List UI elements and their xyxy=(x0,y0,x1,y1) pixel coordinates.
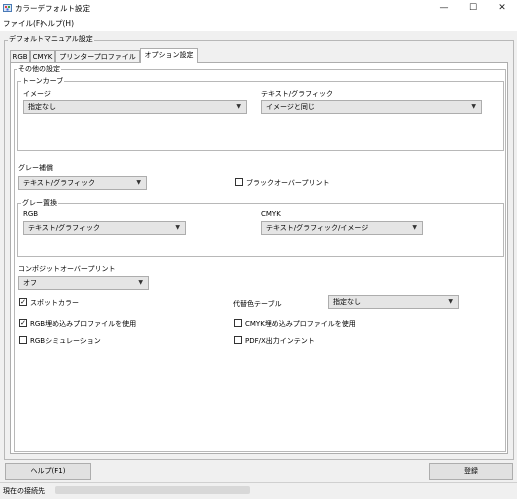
spot-color-checkbox[interactable]: ✓ xyxy=(19,298,27,306)
gray-correction-select[interactable]: テキスト/グラフィック ▼ xyxy=(18,176,147,190)
status-connection-label: 現在の接続先 xyxy=(3,487,45,495)
cmyk-embedded-label: CMYK埋め込みプロファイルを使用 xyxy=(245,320,356,328)
tab-rgb[interactable]: RGB xyxy=(10,50,30,62)
gray-correction-label: グレー補償 xyxy=(18,164,53,172)
register-button[interactable]: 登録 xyxy=(429,463,513,480)
gray-replace-cmyk-value: テキスト/グラフィック/イメージ xyxy=(266,224,369,232)
chevron-down-icon: ▼ xyxy=(471,103,476,110)
default-manual-settings-label: デフォルトマニュアル設定 xyxy=(8,34,94,44)
chevron-down-icon: ▼ xyxy=(412,224,417,231)
checkmark-icon: ✓ xyxy=(20,319,26,327)
tab-cmyk[interactable]: CMYK xyxy=(30,50,55,62)
gray-correction-value: テキスト/グラフィック xyxy=(23,179,96,187)
menu-help[interactable]: ヘルプ(H) xyxy=(40,18,74,29)
menu-bar xyxy=(0,16,517,30)
gray-replace-rgb-label: RGB xyxy=(23,210,39,218)
composite-overprint-label: コンポジットオーバープリント xyxy=(18,265,116,273)
window-title: カラーデフォルト設定 xyxy=(15,4,90,13)
rgb-embedded-label: RGB埋め込みプロファイルを使用 xyxy=(30,320,137,328)
tone-curve-image-value: 指定なし xyxy=(28,103,56,111)
tone-curve-text-select[interactable]: イメージと同じ ▼ xyxy=(261,100,482,114)
other-settings-label: その他の設定 xyxy=(17,64,61,74)
maximize-button[interactable]: ☐ xyxy=(459,0,487,16)
checkmark-icon: ✓ xyxy=(20,298,26,306)
color-settings-icon xyxy=(3,3,13,13)
pdfx-intent-checkbox[interactable] xyxy=(234,336,242,344)
gray-replace-label: グレー置換 xyxy=(21,198,58,208)
chevron-down-icon: ▼ xyxy=(448,298,453,305)
help-button[interactable]: ヘルプ(F1) xyxy=(5,463,91,480)
black-overprint-checkbox[interactable] xyxy=(235,178,243,186)
spot-color-label: スポットカラー xyxy=(30,299,79,307)
pdfx-intent-label: PDF/X出力インテント xyxy=(245,337,315,345)
tone-curve-label: トーンカーブ xyxy=(21,76,65,86)
gray-replace-cmyk-label: CMYK xyxy=(261,210,281,218)
black-overprint-label: ブラックオーバープリント xyxy=(246,179,330,187)
composite-overprint-value: オフ xyxy=(23,279,37,287)
chevron-down-icon: ▼ xyxy=(138,279,143,286)
chevron-down-icon: ▼ xyxy=(175,224,180,231)
composite-overprint-select[interactable]: オフ ▼ xyxy=(18,276,149,290)
close-button[interactable]: ✕ xyxy=(488,0,516,16)
substitute-table-label: 代替色テーブル xyxy=(233,300,282,308)
rgb-embedded-checkbox[interactable]: ✓ xyxy=(19,319,27,327)
status-connection-value-redacted xyxy=(55,486,250,494)
tab-option-settings[interactable]: オプション設定 xyxy=(140,48,198,63)
gray-replace-rgb-select[interactable]: テキスト/グラフィック ▼ xyxy=(23,221,186,235)
rgb-simulation-checkbox[interactable] xyxy=(19,336,27,344)
rgb-simulation-label: RGBシミュレーション xyxy=(30,337,101,345)
substitute-table-value: 指定なし xyxy=(333,298,361,306)
menu-file[interactable]: ファイル(F) xyxy=(3,18,43,29)
tone-curve-image-select[interactable]: 指定なし ▼ xyxy=(23,100,247,114)
tone-curve-text-label: テキスト/グラフィック xyxy=(261,90,334,98)
minimize-button[interactable]: — xyxy=(430,0,458,16)
tone-curve-image-label: イメージ xyxy=(23,90,51,98)
gray-replace-cmyk-select[interactable]: テキスト/グラフィック/イメージ ▼ xyxy=(261,221,423,235)
tone-curve-text-value: イメージと同じ xyxy=(266,103,315,111)
chevron-down-icon: ▼ xyxy=(236,103,241,110)
tab-printer-profile[interactable]: プリンタープロファイル xyxy=(55,50,140,62)
cmyk-embedded-checkbox[interactable] xyxy=(234,319,242,327)
substitute-table-select[interactable]: 指定なし ▼ xyxy=(328,295,459,309)
chevron-down-icon: ▼ xyxy=(136,179,141,186)
gray-replace-rgb-value: テキスト/グラフィック xyxy=(28,224,101,232)
